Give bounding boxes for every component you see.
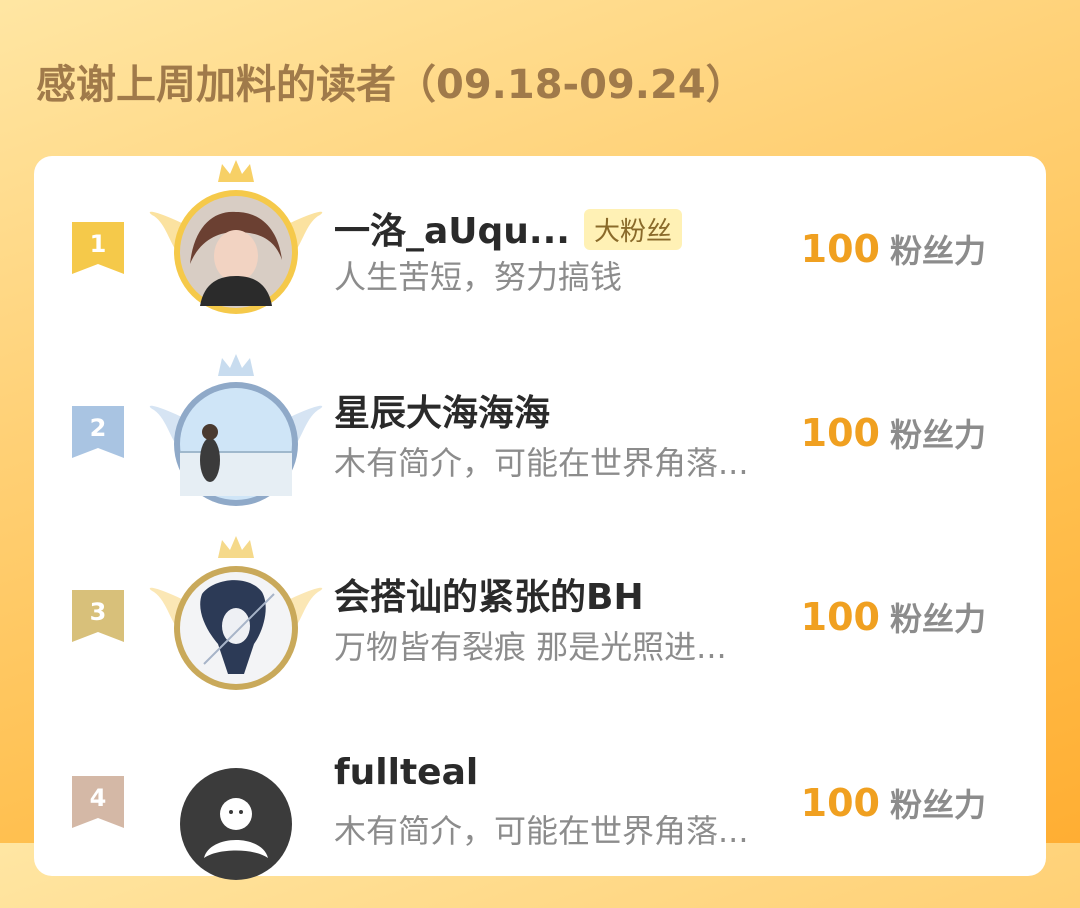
reader-row-2[interactable]: 2 星辰大海海海 木有简介，可能在世界角落... 100 粉丝力	[34, 346, 1046, 526]
fan-power-score: 100 粉丝力	[801, 594, 986, 640]
reader-bio: 木有简介，可能在世界角落...	[334, 812, 749, 850]
score-value: 100	[800, 227, 880, 271]
reader-bio: 木有简介，可能在世界角落...	[334, 444, 749, 482]
reader-name[interactable]: 会搭讪的紧张的BH	[334, 568, 644, 620]
reader-bio: 万物皆有裂痕 那是光照进...	[334, 628, 727, 666]
rank-number: 3	[90, 598, 107, 626]
fan-level-badge: 大粉丝	[583, 208, 682, 250]
reader-row-4[interactable]: 4 fullteal 木有简介，可能在世界角落... 100 粉丝力	[34, 716, 1046, 896]
avatar-frame[interactable]	[144, 534, 328, 704]
rank-ribbon-icon: 1	[72, 222, 124, 274]
reader-name[interactable]: 一洛_aUqu... 大粉丝	[334, 202, 682, 254]
score-unit: 粉丝力	[889, 416, 986, 454]
score-unit: 粉丝力	[889, 232, 986, 270]
reader-name[interactable]: fullteal	[334, 752, 478, 793]
reader-row-1[interactable]: 1 一洛_aUqu... 大粉丝 人生苦短，努力搞钱 100 粉丝力	[34, 156, 1046, 336]
rank-ribbon-icon: 3	[72, 590, 124, 642]
score-unit: 粉丝力	[889, 786, 986, 824]
reader-name[interactable]: 星辰大海海海	[334, 384, 550, 436]
reader-row-3[interactable]: 3 会搭讪的紧张的BH 万物皆有裂痕 那是光照进... 100 粉丝力	[34, 530, 1046, 710]
fan-power-score: 100 粉丝力	[801, 780, 986, 826]
reader-bio: 人生苦短，努力搞钱	[334, 258, 623, 296]
crown-icon	[218, 536, 254, 558]
score-value: 100	[800, 781, 880, 825]
rank-ribbon-icon: 4	[72, 776, 124, 828]
page-title: 感谢上周加料的读者（09.18-09.24）	[36, 62, 746, 108]
avatar-frame[interactable]	[144, 352, 328, 522]
reader-ranking-list: 1 一洛_aUqu... 大粉丝 人生苦短，努力搞钱 100 粉丝力 2 星辰大…	[34, 156, 1046, 880]
score-value: 100	[800, 595, 880, 639]
crown-icon	[218, 160, 254, 182]
fan-power-score: 100 粉丝力	[801, 410, 986, 456]
avatar-frame[interactable]	[144, 156, 328, 326]
rank-number: 4	[90, 784, 107, 812]
default-user-avatar[interactable]	[144, 738, 328, 908]
fan-power-score: 100 粉丝力	[801, 226, 986, 272]
rank-ribbon-icon: 2	[72, 406, 124, 458]
score-value: 100	[800, 411, 880, 455]
rank-number: 2	[90, 414, 107, 442]
crown-icon	[218, 354, 254, 376]
score-unit: 粉丝力	[889, 600, 986, 638]
rank-number: 1	[90, 230, 107, 258]
